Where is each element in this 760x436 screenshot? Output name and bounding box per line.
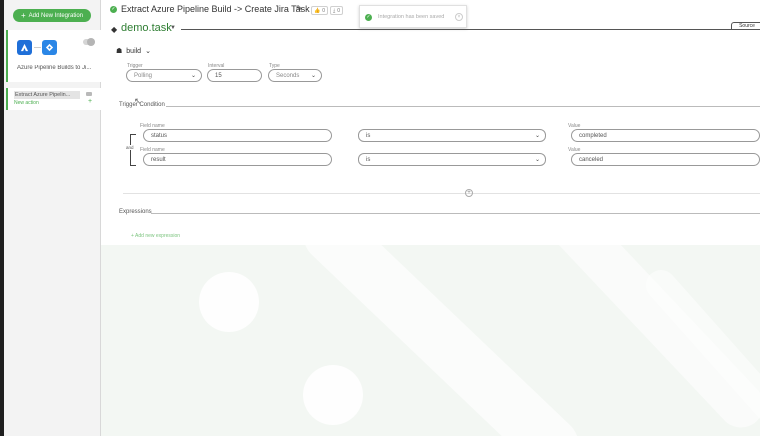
condition-value-input[interactable]: canceled [571, 153, 760, 166]
task-name[interactable]: demo.task [121, 22, 172, 34]
divider [151, 213, 760, 214]
add-action-icon[interactable]: + [88, 98, 92, 105]
trigger-value: Polling [134, 72, 153, 79]
add-new-integration-button[interactable]: + Add New Integration [13, 9, 91, 22]
condition-operator-select[interactable]: is ⌄ [358, 153, 546, 166]
condition-field-value: status [151, 132, 168, 139]
chevron-down-icon: ⌄ [190, 73, 196, 79]
download-icon: ⤓ [333, 7, 336, 14]
condition-value-input[interactable]: completed [571, 129, 760, 142]
condition-field-input[interactable]: result [143, 153, 332, 166]
connector-line [34, 47, 41, 48]
trigger-condition-label: Trigger Condition [119, 102, 165, 108]
toast-message: Integration has been saved [378, 14, 445, 20]
thumbs-up-icon: 👍 [314, 7, 321, 14]
divider [123, 193, 760, 194]
condition-value: canceled [579, 156, 604, 163]
download-counter[interactable]: ⤓ 0 [330, 6, 343, 15]
divider [166, 106, 760, 107]
success-check-icon: ✓ [365, 14, 372, 21]
build-label: build [126, 47, 142, 55]
divider [181, 29, 760, 30]
and-operator[interactable]: and [125, 145, 135, 150]
build-icon: ☗ [116, 48, 123, 55]
saved-check-icon: ✓ [110, 6, 117, 13]
edit-pencil-icon[interactable]: ✎ [296, 4, 303, 13]
condition-field-value: result [151, 156, 166, 163]
background-watermark [101, 245, 760, 436]
like-count: 0 [322, 7, 326, 14]
azure-pipelines-icon [17, 40, 32, 55]
expressions-label: Expressions [119, 209, 152, 215]
step-item[interactable]: Extract Azure Pipelin... New action + [6, 88, 101, 110]
add-new-integration-label: Add New Integration [28, 12, 84, 19]
integration-card[interactable]: Azure Pipeline Builds to Ji... [6, 30, 101, 82]
new-action-link[interactable]: New action [14, 100, 39, 106]
sidebar: + Add New Integration Azure Pipeline Bui… [4, 0, 101, 436]
chevron-down-icon: ⌄ [310, 73, 316, 79]
condition-operator-value: is [366, 156, 371, 163]
jira-icon [42, 40, 57, 55]
type-select[interactable]: Seconds ⌄ [268, 69, 322, 82]
close-icon[interactable]: × [455, 13, 463, 21]
interval-value: 15 [215, 72, 222, 79]
header: ✓ Extract Azure Pipeline Build -> Create… [101, 0, 760, 40]
main-panel: ☗ build ⌄ Trigger Polling ⌄ Interval 15 … [101, 40, 760, 436]
step-label: Extract Azure Pipelin... [14, 91, 80, 99]
page-title: Extract Azure Pipeline Build -> Create J… [121, 4, 310, 14]
condition-operator-select[interactable]: is ⌄ [358, 129, 546, 142]
condition-field-input[interactable]: status [143, 129, 332, 142]
build-section-header[interactable]: ☗ build ⌄ [116, 47, 151, 56]
type-value: Seconds [276, 72, 300, 79]
trigger-select[interactable]: Polling ⌄ [126, 69, 202, 82]
integration-toggle[interactable] [83, 38, 95, 46]
chevron-down-icon[interactable]: ▼ [170, 25, 176, 31]
chevron-down-icon: ⌄ [145, 48, 151, 55]
like-counter[interactable]: 👍 0 [311, 6, 329, 15]
add-expression-link[interactable]: + Add new expression [131, 233, 180, 239]
save-toast: ✓ Integration has been saved × [359, 5, 467, 28]
chat-icon [86, 92, 92, 96]
plus-icon: + [20, 10, 26, 20]
and-bracket [130, 134, 136, 166]
task-diamond-icon: ◆ [111, 25, 118, 34]
integration-title: Azure Pipeline Builds to Ji... [17, 65, 92, 71]
condition-value: completed [579, 132, 607, 139]
add-condition-icon[interactable]: + [465, 189, 473, 197]
condition-operator-value: is [366, 132, 371, 139]
interval-input[interactable]: 15 [207, 69, 262, 82]
download-count: 0 [337, 7, 340, 14]
chevron-down-icon: ⌄ [534, 157, 540, 163]
chevron-down-icon: ⌄ [534, 133, 540, 139]
